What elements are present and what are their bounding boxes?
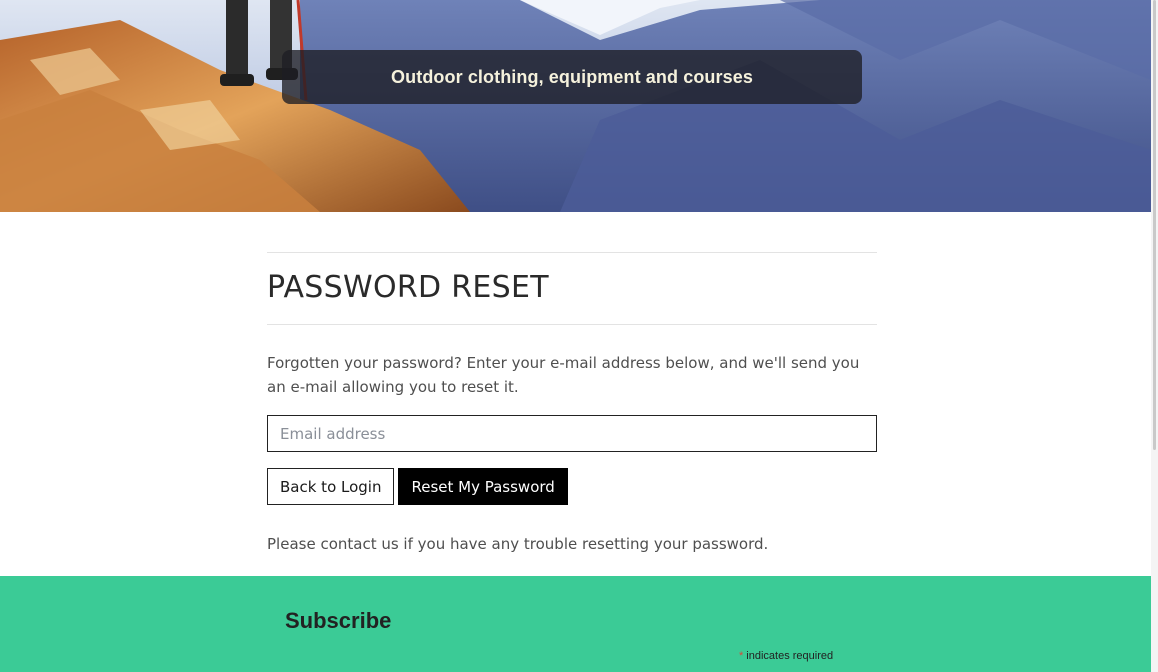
email-field[interactable]	[267, 415, 877, 452]
subscribe-title: Subscribe	[285, 608, 392, 633]
password-reset-section: PASSWORD RESET Forgotten your password? …	[267, 212, 877, 555]
hero-caption: Outdoor clothing, equipment and courses	[391, 66, 753, 87]
required-note-text: indicates required	[746, 650, 834, 662]
scrollbar-thumb[interactable]	[1153, 0, 1156, 450]
button-row: Back to Login Reset My Password	[267, 468, 877, 505]
reset-password-button[interactable]: Reset My Password	[398, 468, 568, 505]
page: Outdoor clothing, equipment and courses …	[0, 0, 1158, 672]
required-note: * indicates required	[739, 650, 833, 662]
page-title: PASSWORD RESET	[267, 270, 549, 305]
hero-banner: Outdoor clothing, equipment and courses	[0, 0, 1151, 212]
divider-top	[267, 252, 877, 253]
divider-bottom	[267, 324, 877, 325]
help-text: Please contact us if you have any troubl…	[267, 535, 769, 553]
intro-text: Forgotten your password? Enter your e-ma…	[267, 354, 860, 396]
hero-caption-box: Outdoor clothing, equipment and courses	[282, 50, 862, 104]
required-asterisk: *	[739, 650, 744, 662]
back-to-login-button[interactable]: Back to Login	[267, 468, 395, 505]
subscribe-section: Subscribe * indicates required	[0, 576, 1151, 672]
hero-mountain-image	[0, 0, 1151, 212]
scrollbar[interactable]	[1151, 0, 1158, 672]
